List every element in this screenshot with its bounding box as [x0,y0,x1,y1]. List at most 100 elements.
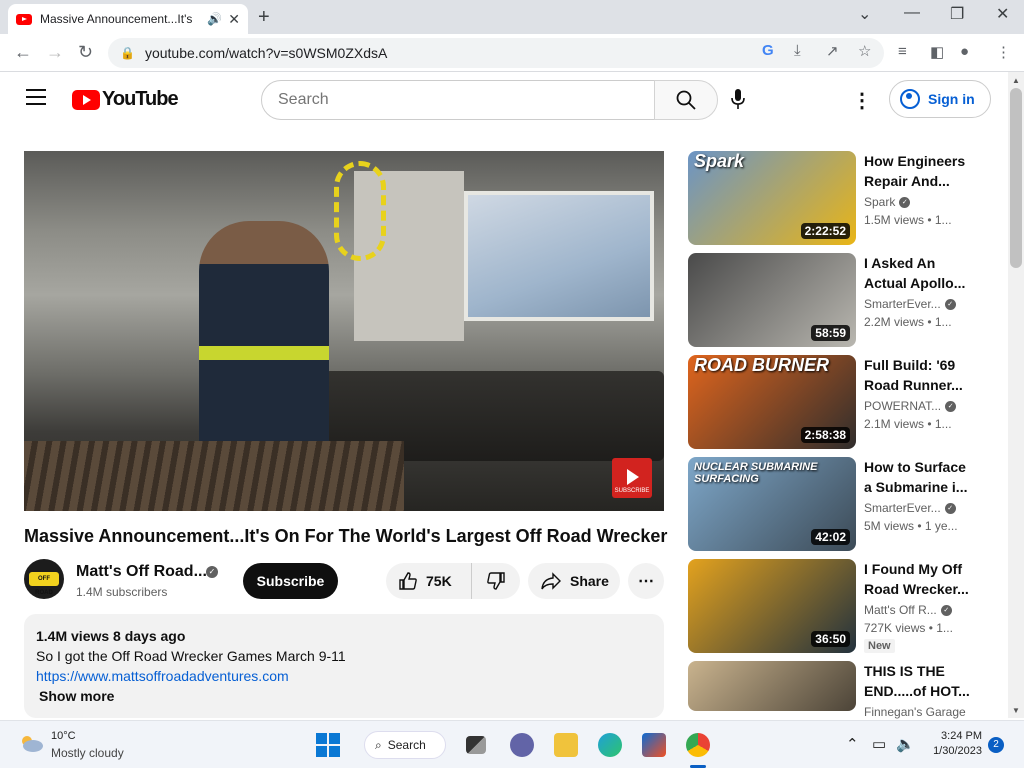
task-view-icon[interactable] [466,736,486,754]
related-video-title[interactable]: I Found My Off Road Wrecker... [864,559,974,599]
reload-icon[interactable]: ↻ [78,42,93,63]
search-input[interactable]: Search [261,80,655,120]
related-video-item[interactable]: NUCLEAR SUBMARINE SURFACING 42:02 How to S… [688,457,988,551]
related-video-thumbnail[interactable] [688,661,856,711]
related-video-title[interactable]: Full Build: '69 Road Runner... [864,355,974,395]
close-window-button[interactable]: ✕ [996,4,1009,24]
taskbar-search-icon: ⌕ [375,737,382,752]
weather-temperature[interactable]: 10°C [51,730,76,742]
related-video-thumbnail[interactable]: Spark 2:22:52 [688,151,856,245]
related-video-title[interactable]: How to Surface a Submarine i... [864,457,974,497]
microphone-icon[interactable] [730,88,746,110]
related-video-channel[interactable]: POWERNAT... ✓ [864,399,957,413]
related-video-title[interactable]: How Engineers Repair And... [864,151,974,191]
share-page-icon[interactable]: ↗ [826,42,839,60]
media-control-icon[interactable]: ≡ [898,43,907,60]
channel-avatar[interactable]: OFF ROAD [24,559,64,599]
taskbar-search-button[interactable]: ⌕ Search [364,731,446,759]
microsoft-store-icon[interactable] [642,733,666,757]
forward-arrow-icon[interactable]: → [46,42,64,63]
install-app-icon[interactable]: ⤓ [794,42,801,59]
related-video-item[interactable]: 36:50 I Found My Off Road Wrecker... Matt'… [688,559,988,653]
show-more-button[interactable]: Show more [36,686,652,706]
youtube-logo[interactable]: YouTube [72,88,179,111]
description-box[interactable]: 1.4M views 8 days ago So I got the Off R… [24,614,664,718]
sign-in-button[interactable]: Sign in [889,80,991,118]
related-video-thumbnail[interactable]: ROAD BURNER 2:58:38 [688,355,856,449]
related-video-item[interactable]: THIS IS THE END.....of HOT... Finnegan's … [688,661,988,719]
channel-name[interactable]: Matt's Off Road... [76,563,207,581]
share-label: Share [570,573,609,589]
thumbs-down-icon [487,572,505,590]
subscribe-button[interactable]: Subscribe [243,563,338,599]
related-video-thumbnail[interactable]: 36:50 [688,559,856,653]
related-video-channel[interactable]: SmarterEver... ✓ [864,501,956,515]
new-tab-button[interactable]: + [258,6,270,29]
video-frame-window [464,191,654,321]
edge-browser-icon[interactable] [598,733,622,757]
windows-taskbar: 10°C Mostly cloudy ⌕ Search ⌃ ▭ 🔈 3:24 P… [0,720,1024,768]
related-video-title[interactable]: I Asked An Actual Apollo... [864,253,974,293]
tab-close-icon[interactable]: ✕ [228,11,240,28]
like-count: 75K [426,573,452,589]
network-icon[interactable]: ▭ [872,735,886,753]
related-video-meta: 2.2M views • 1... [864,315,952,329]
minimize-button[interactable]: — [904,4,920,22]
volume-icon[interactable]: 🔈 [896,735,915,753]
video-player[interactable]: SUBSCRIBE [24,151,664,511]
restore-button[interactable]: ❐ [950,4,964,24]
browser-tab[interactable]: Massive Announcement...It's 🔊 ✕ [8,4,248,34]
subscribe-watermark-text: SUBSCRIBE [614,488,650,494]
scroll-down-arrow-icon[interactable]: ▼ [1012,706,1020,715]
tray-chevron-icon[interactable]: ⌃ [846,735,859,753]
side-panel-icon[interactable]: ◧ [930,43,944,61]
verified-check-icon: ✓ [940,605,952,617]
related-video-title[interactable]: THIS IS THE END.....of HOT... [864,661,974,701]
related-video-item[interactable]: ROAD BURNER 2:58:38 Full Build: '69 Road R… [688,355,988,449]
scroll-up-arrow-icon[interactable]: ▲ [1012,76,1020,85]
related-video-channel[interactable]: Spark ✓ [864,195,911,209]
search-button[interactable] [654,80,718,120]
teams-chat-icon[interactable] [510,733,534,757]
weather-description[interactable]: Mostly cloudy [51,746,124,760]
dislike-button[interactable] [472,571,520,591]
thumbnail-overlay-text: ROAD BURNER [694,355,829,375]
google-g-icon[interactable]: G [762,42,774,59]
related-video-channel[interactable]: SmarterEver... ✓ [864,297,956,311]
tab-title: Massive Announcement...It's [40,12,193,26]
browser-toolbar: ← → ↻ 🔒 youtube.com/watch?v=s0WSM0ZXdsA … [0,34,1024,72]
related-video-item[interactable]: 58:59 I Asked An Actual Apollo... SmarterE… [688,253,988,347]
notification-badge[interactable]: 2 [988,737,1004,753]
related-video-channel[interactable]: Matt's Off R... ✓ [864,603,952,617]
windows-start-icon[interactable] [316,733,340,757]
subscriber-count: 1.4M subscribers [76,585,168,599]
file-explorer-icon[interactable] [554,733,578,757]
hamburger-menu-icon[interactable] [26,89,46,105]
cloudy-weather-icon[interactable] [18,733,44,753]
chrome-taskbar-icon[interactable] [686,733,710,757]
system-clock[interactable]: 3:24 PM 1/30/2023 [922,730,982,757]
lock-icon[interactable]: 🔒 [120,46,135,60]
scrollbar-thumb[interactable] [1010,88,1022,268]
related-video-channel[interactable]: Finnegan's Garage [864,705,966,719]
share-button[interactable]: Share [528,563,620,599]
related-video-item[interactable]: Spark 2:22:52 How Engineers Repair And... S… [688,151,988,245]
back-arrow-icon[interactable]: ← [14,42,32,63]
related-video-thumbnail[interactable]: 58:59 [688,253,856,347]
like-button[interactable]: 75K [386,563,472,599]
related-channel-name: SmarterEver... [864,297,941,311]
settings-kebab-icon[interactable]: ⋮ [852,88,872,113]
video-duration: 2:58:38 [800,427,850,443]
chrome-menu-icon[interactable]: ⋮ [996,43,1011,61]
like-dislike-group: 75K [386,563,520,599]
taskbar-search-label: Search [387,738,426,752]
more-actions-button[interactable]: ⋯ [628,563,664,599]
bookmark-star-icon[interactable]: ☆ [858,42,871,60]
verified-check-icon: ✓ [944,503,956,515]
profile-avatar-icon[interactable]: ● [960,43,969,60]
audio-playing-icon[interactable]: 🔊 [207,12,222,26]
video-frame-person [199,221,329,461]
description-link[interactable]: https://www.mattsoffroadadventures.com [36,666,652,686]
tab-search-chevron-icon[interactable]: ⌄ [858,4,871,24]
related-video-thumbnail[interactable]: NUCLEAR SUBMARINE SURFACING 42:02 [688,457,856,551]
